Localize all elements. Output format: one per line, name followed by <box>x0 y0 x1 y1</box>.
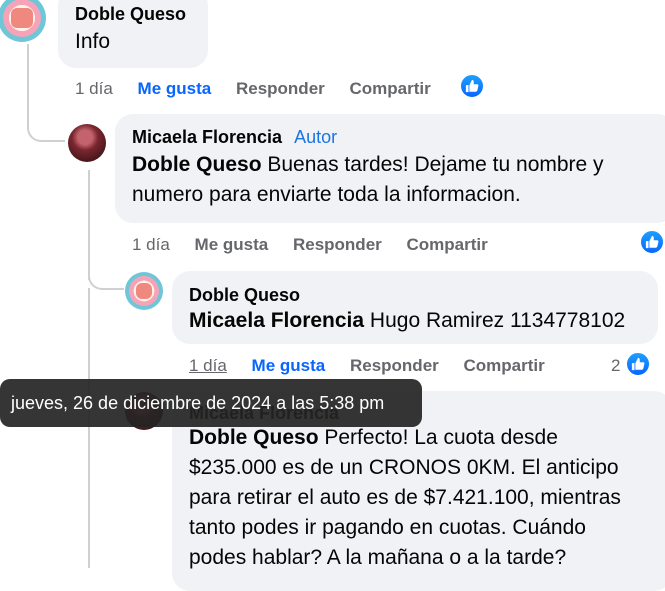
timestamp-link[interactable]: 1 día <box>189 356 227 375</box>
avatar[interactable] <box>0 0 46 42</box>
reply-button[interactable]: Responder <box>350 356 439 375</box>
comment-text: Info <box>75 30 111 53</box>
comment-actions: 1 día Me gusta Responder Compartir <box>132 235 508 255</box>
comment-text-line: Hugo Ramirez 1134778102 <box>369 309 626 332</box>
avatar[interactable] <box>68 124 106 162</box>
like-button[interactable]: Me gusta <box>252 356 326 375</box>
mention-link[interactable]: Doble Queso <box>189 426 319 449</box>
mention-link[interactable]: Micaela Florencia <box>189 309 364 332</box>
thread-line-sub-2 <box>88 288 90 568</box>
author-badge: Autor <box>294 127 338 147</box>
thread-curve-1 <box>27 90 65 142</box>
comment-actions: 1 día Me gusta Responder Compartir <box>189 356 565 376</box>
comment-text-line: numero para enviarte toda la informacion… <box>132 183 521 206</box>
thread-line-main <box>27 44 29 94</box>
comment-text: Micaela Florencia Hugo Ramirez 113477810… <box>189 306 642 336</box>
comment-bubble: Micaela Florencia Autor Doble Queso Buena… <box>115 114 665 223</box>
mention-link[interactable]: Doble Queso <box>132 153 262 176</box>
share-button[interactable]: Compartir <box>464 356 545 375</box>
reply-button[interactable]: Responder <box>236 79 325 98</box>
comment-author[interactable]: Doble Queso <box>75 4 192 25</box>
comment-author[interactable]: Micaela Florencia <box>132 127 282 147</box>
comment-text-line: $235.000 es de un CRONOS 0KM. El anticip… <box>189 456 619 479</box>
comment-text-line: tanto podes ir pagando en cuotas. Cuándo <box>189 516 586 539</box>
comment-text-line: Perfecto! La cuota desde <box>324 426 558 449</box>
avatar[interactable] <box>125 272 163 310</box>
comment-text: Doble Queso Perfecto! La cuota desde $23… <box>189 423 656 573</box>
comment-bubble: Doble Queso Info <box>58 0 208 68</box>
like-icon[interactable] <box>459 73 485 99</box>
timestamp-tooltip: jueves, 26 de diciembre de 2024 a las 5:… <box>0 379 422 427</box>
thread-curve-2 <box>88 256 124 290</box>
like-icon[interactable] <box>639 229 665 255</box>
like-button[interactable]: Me gusta <box>195 235 269 254</box>
comment-author[interactable]: Doble Queso <box>189 285 642 306</box>
like-icon[interactable] <box>625 351 651 377</box>
share-button[interactable]: Compartir <box>407 235 488 254</box>
comment-actions: 1 día Me gusta Responder Compartir <box>75 79 451 99</box>
timestamp-link[interactable]: 1 día <box>75 79 113 98</box>
reaction-count[interactable]: 2 <box>611 356 620 376</box>
share-button[interactable]: Compartir <box>350 79 431 98</box>
comment-text: Doble Queso Buenas tardes! Dejame tu nom… <box>132 150 659 210</box>
reply-button[interactable]: Responder <box>293 235 382 254</box>
comment-text-line: podes hablar? A la mañana o a la tarde? <box>189 546 567 569</box>
comment-text-line: Buenas tardes! Dejame tu nombre y <box>267 153 604 176</box>
like-button[interactable]: Me gusta <box>138 79 212 98</box>
comment-bubble: Doble Queso Micaela Florencia Hugo Ramir… <box>172 271 658 344</box>
timestamp-link[interactable]: 1 día <box>132 235 170 254</box>
comment-text-line: para retirar el auto es de $7.421.100, m… <box>189 486 621 509</box>
